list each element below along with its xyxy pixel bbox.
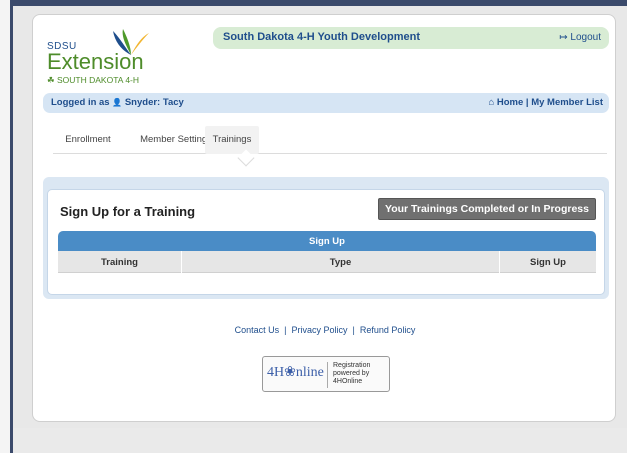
user-name: Snyder: Tacy bbox=[124, 97, 184, 108]
site-title: South Dakota 4-H Youth Development bbox=[223, 31, 421, 43]
badge-divider bbox=[327, 362, 328, 388]
south-dakota-4h-text: ☘ SOUTH DAKOTA 4-H bbox=[47, 75, 139, 86]
table-title: Sign Up bbox=[58, 231, 596, 251]
badge-line-1: Registration bbox=[333, 362, 371, 369]
window-left-edge bbox=[0, 0, 13, 453]
table-header-row: Training Type Sign Up bbox=[58, 251, 596, 273]
south-dakota-label: SOUTH DAKOTA 4-H bbox=[57, 75, 140, 85]
badge-line-2: powered by bbox=[333, 370, 370, 377]
page-card: SDSU Extension ☘ SOUTH DAKOTA 4-H South … bbox=[32, 14, 616, 422]
privacy-link[interactable]: Privacy Policy bbox=[291, 325, 347, 335]
home-label: Home bbox=[496, 97, 524, 108]
logout-link[interactable]: ↦ Logout bbox=[559, 32, 601, 43]
signup-panel: Sign Up for a Training Your Trainings Co… bbox=[47, 189, 605, 295]
header-banner: South Dakota 4-H Youth Development ↦ Log… bbox=[213, 27, 609, 49]
clover-icon: ☘ bbox=[47, 75, 55, 85]
4honline-badge[interactable]: 4H❀nline Registration powered by 4HOnlin… bbox=[262, 356, 390, 392]
footer-separator: | bbox=[284, 325, 287, 335]
user-icon: 👤 bbox=[112, 98, 123, 107]
logout-icon: ↦ bbox=[559, 32, 568, 43]
signup-table: Sign Up Training Type Sign Up bbox=[58, 231, 596, 277]
refund-link[interactable]: Refund Policy bbox=[360, 325, 416, 335]
member-list-link[interactable]: My Member List bbox=[531, 97, 603, 108]
contact-link[interactable]: Contact Us bbox=[235, 325, 280, 335]
nav-separator: | bbox=[525, 97, 529, 108]
badge-text: Registration powered by 4HOnline bbox=[333, 362, 370, 386]
column-sign-up[interactable]: Sign Up bbox=[500, 251, 596, 273]
panel-title: Sign Up for a Training bbox=[60, 204, 196, 219]
logged-in-text: Logged in as bbox=[51, 97, 110, 108]
user-nav: ⌂ Home | My Member List bbox=[488, 97, 603, 108]
column-training[interactable]: Training bbox=[58, 251, 182, 273]
tab-enrollment[interactable]: Enrollment bbox=[53, 126, 123, 154]
extension-text: Extension bbox=[47, 49, 144, 74]
column-type[interactable]: Type bbox=[182, 251, 500, 273]
4honline-logo: 4H❀nline bbox=[267, 365, 324, 380]
trainings-section: Sign Up for a Training Your Trainings Co… bbox=[43, 177, 609, 299]
tab-bar: Enrollment Member Settings Trainings bbox=[53, 126, 607, 167]
window-top-edge bbox=[13, 0, 627, 6]
logged-in-label: Logged in as 👤 Snyder: Tacy bbox=[51, 97, 184, 108]
footer-links: Contact Us | Privacy Policy | Refund Pol… bbox=[33, 325, 617, 335]
tab-trainings[interactable]: Trainings bbox=[205, 126, 259, 154]
user-bar: Logged in as 👤 Snyder: Tacy ⌂ Home | My … bbox=[43, 93, 609, 113]
home-link[interactable]: ⌂ Home bbox=[488, 97, 523, 108]
sdsu-extension-logo[interactable]: SDSU Extension ☘ SOUTH DAKOTA 4-H bbox=[47, 27, 187, 91]
logout-label: Logout bbox=[570, 32, 601, 43]
page-bottom-strip bbox=[13, 428, 627, 453]
footer-separator: | bbox=[352, 325, 355, 335]
home-icon: ⌂ bbox=[488, 97, 495, 108]
badge-line-3: 4HOnline bbox=[333, 378, 363, 385]
trainings-completed-button[interactable]: Your Trainings Completed or In Progress bbox=[378, 198, 596, 220]
